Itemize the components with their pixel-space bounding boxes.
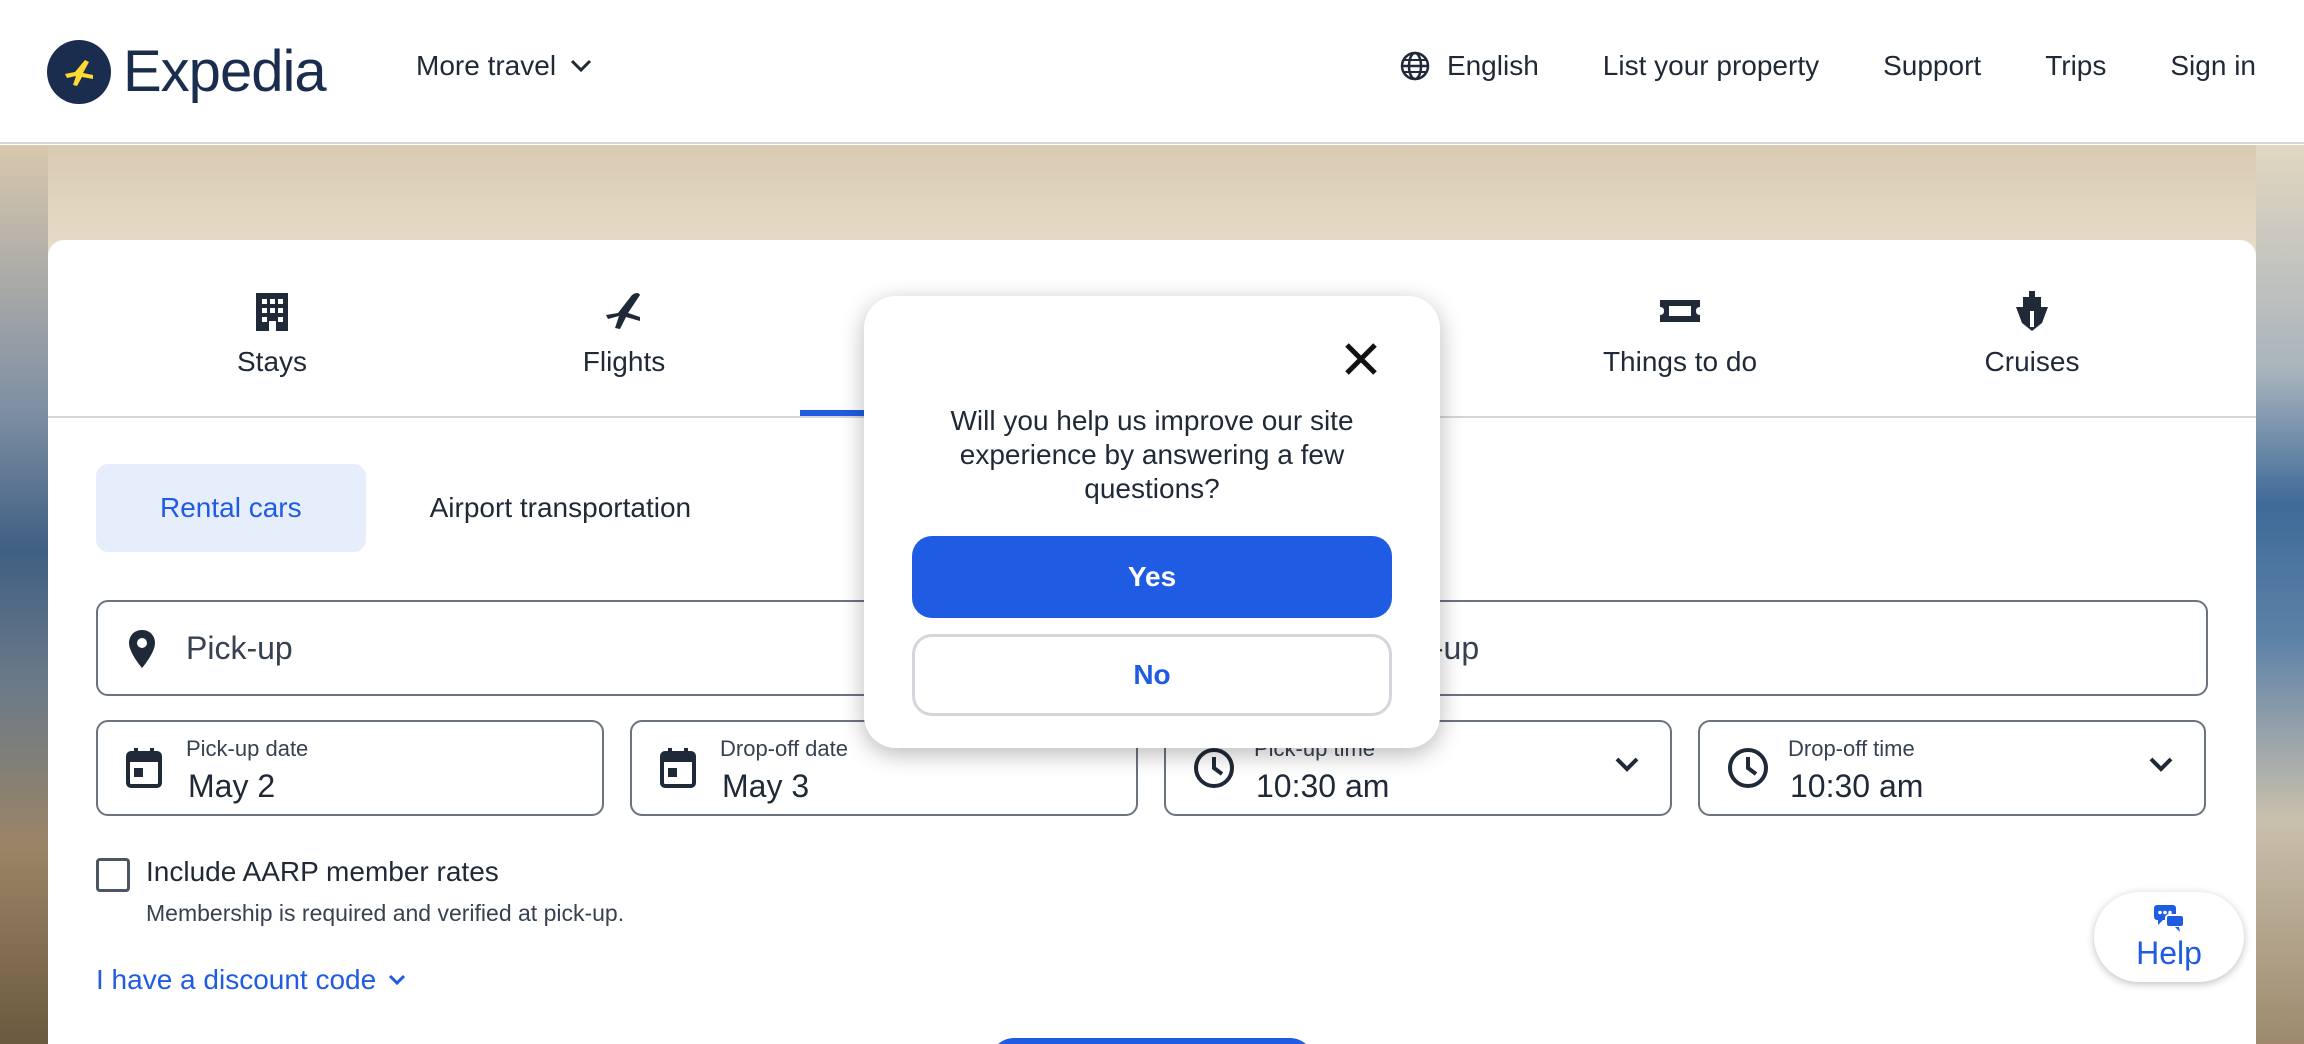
dropoff-time-label: Drop-off time	[1788, 736, 1915, 761]
chat-bubbles-icon	[2154, 904, 2185, 932]
airplane-icon	[602, 288, 646, 334]
list-property-link[interactable]: List your property	[1603, 50, 1819, 82]
tab-flights[interactable]: Flights	[448, 240, 800, 416]
close-icon[interactable]	[1338, 336, 1384, 382]
survey-question: Will you help us improve our site experi…	[950, 405, 1354, 504]
trips-link[interactable]: Trips	[2045, 50, 2106, 82]
tab-things-to-do-label: Things to do	[1602, 346, 1758, 377]
clock-icon	[1726, 746, 1770, 795]
subtab-rental-cars[interactable]: Rental cars	[96, 464, 366, 552]
dropoff-time-select[interactable]: Drop-off time 10:30 am	[1698, 720, 2206, 816]
expedia-logo[interactable]: Expedia	[47, 38, 327, 105]
language-label: English	[1446, 50, 1539, 81]
hero-background-right	[2256, 145, 2304, 1044]
yes-button[interactable]: Yes	[912, 536, 1392, 618]
plane-logo-icon	[47, 39, 111, 104]
dropoff-date-value: May 3	[722, 768, 810, 804]
no-button[interactable]: No	[912, 634, 1392, 716]
survey-dialog: Will you help us improve our site experi…	[864, 296, 1440, 748]
pickup-date-label: Pick-up date	[186, 736, 309, 761]
calendar-icon	[124, 746, 164, 795]
sign-in-link[interactable]: Sign in	[2170, 50, 2256, 82]
chevron-down-icon	[2148, 756, 2174, 779]
search-button[interactable]	[990, 1038, 1314, 1044]
aarp-option: Include AARP member rates Membership is …	[96, 856, 624, 927]
chevron-down-icon	[389, 974, 406, 986]
aarp-text: Include AARP member rates Membership is …	[146, 856, 624, 927]
calendar-icon	[658, 746, 698, 795]
aarp-checkbox[interactable]	[96, 858, 130, 892]
tab-things-to-do[interactable]: Things to do	[1504, 240, 1856, 416]
site-header: Expedia More travel English List your pr…	[0, 0, 2304, 144]
cruise-ship-icon	[2012, 288, 2052, 334]
tab-stays-label: Stays	[236, 346, 308, 377]
pickup-time-value: 10:30 am	[1256, 768, 1390, 804]
discount-code-toggle[interactable]: I have a discount code	[96, 964, 406, 996]
help-button[interactable]: Help	[2094, 892, 2244, 982]
globe-icon	[1400, 51, 1430, 81]
header-nav: English List your property Support Trips…	[1399, 50, 2256, 82]
language-selector[interactable]: English	[1399, 50, 1539, 82]
brand-name: Expedia	[123, 39, 327, 104]
car-subtabs: Rental cars Airport transportation	[96, 464, 755, 552]
tab-cruises-label: Cruises	[1984, 346, 2080, 377]
hero-background-left	[0, 145, 48, 1044]
discount-code-label: I have a discount code	[96, 964, 377, 995]
subtab-airport-transportation[interactable]: Airport transportation	[366, 464, 755, 552]
tab-stays[interactable]: Stays	[96, 240, 448, 416]
aarp-label[interactable]: Include AARP member rates	[146, 856, 624, 888]
more-travel-menu[interactable]: More travel	[416, 50, 592, 82]
help-label: Help	[2136, 934, 2202, 971]
clock-icon	[1192, 746, 1236, 795]
more-travel-label: More travel	[416, 50, 557, 81]
support-link[interactable]: Support	[1883, 50, 1981, 82]
chevron-down-icon	[1614, 756, 1640, 779]
pickup-date-field[interactable]: Pick-up date May 2	[96, 720, 604, 816]
building-icon	[254, 288, 290, 334]
ticket-icon	[1658, 288, 1702, 334]
tab-flights-label: Flights	[582, 346, 666, 377]
dropoff-time-value: 10:30 am	[1790, 768, 1924, 804]
dropoff-location-field[interactable]: t-up	[1378, 600, 2208, 696]
dropoff-date-label: Drop-off date	[720, 736, 849, 761]
map-pin-icon	[126, 628, 158, 675]
aarp-membership-note: Membership is required and verified at p…	[146, 900, 625, 926]
chevron-down-icon	[570, 59, 592, 73]
pickup-date-value: May 2	[188, 768, 276, 804]
tab-cruises[interactable]: Cruises	[1856, 240, 2208, 416]
pickup-location-placeholder: Pick-up	[186, 630, 293, 666]
